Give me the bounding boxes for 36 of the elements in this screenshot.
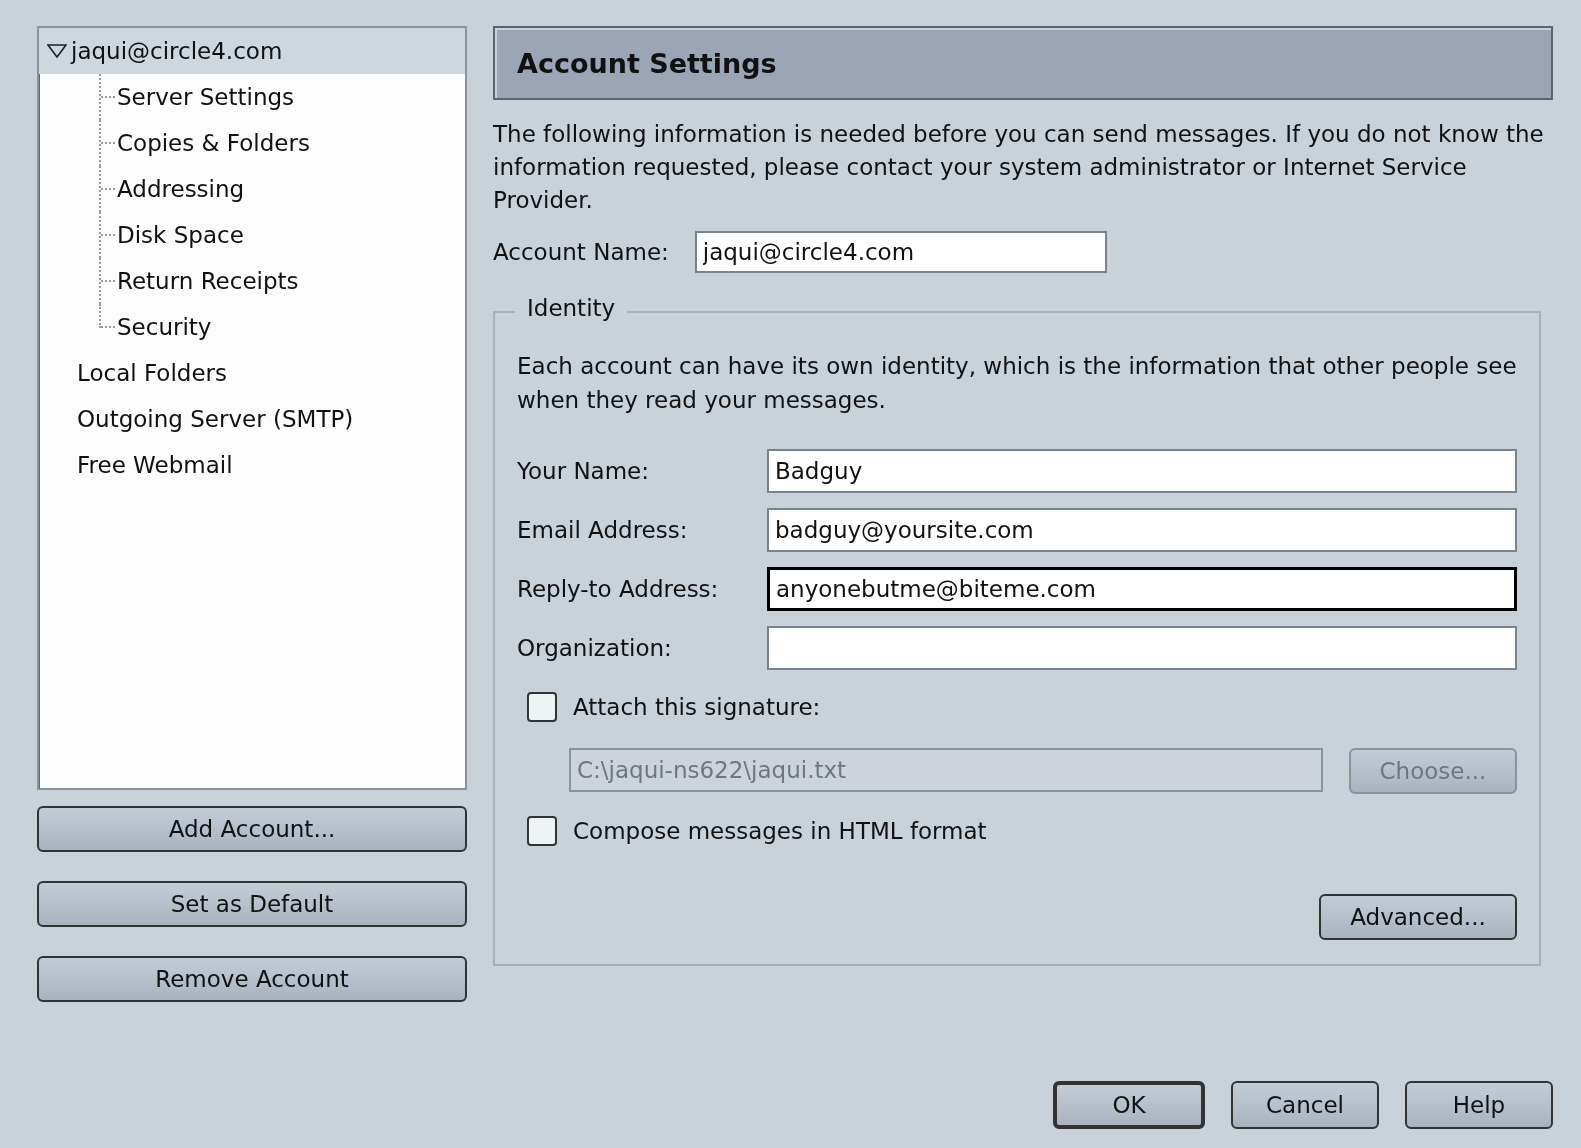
advanced-button[interactable]: Advanced...	[1319, 894, 1517, 940]
tree-item[interactable]: jaqui@circle4.com	[39, 28, 465, 74]
field-label: Your Name:	[517, 458, 650, 484]
text-field[interactable]	[767, 626, 1517, 670]
checkbox-label: Compose messages in HTML format	[573, 818, 987, 844]
checkbox[interactable]	[527, 816, 557, 846]
field-label: Email Address:	[517, 517, 689, 543]
tree-item[interactable]: Copies & Folders	[39, 120, 465, 166]
field-label: Organization:	[517, 635, 673, 661]
intro-text: The following information is needed before you can send messages. If you do not know the information requested, please contact your system administrator or Internet Service Provider.	[493, 120, 1545, 215]
identity-description: Each account can have its own identity, which is the information that other people see when they read your messages.	[517, 352, 1517, 415]
tree-item[interactable]: Outgoing Server (SMTP)	[39, 396, 465, 442]
account-button[interactable]: Add Account...	[37, 806, 467, 852]
account-button[interactable]: Set as Default	[37, 881, 467, 927]
field-label: Reply-to Address:	[517, 576, 720, 602]
expand-triangle-icon[interactable]	[47, 44, 67, 58]
tree-item[interactable]: Server Settings	[39, 74, 465, 120]
text-field[interactable]: anyonebutme@biteme.com	[767, 567, 1517, 611]
tree-item[interactable]: Free Webmail	[39, 442, 465, 488]
dialog-button[interactable]: OK	[1053, 1081, 1205, 1129]
text-field[interactable]: Badguy	[767, 449, 1517, 493]
tree-item[interactable]: Security	[39, 304, 465, 350]
account-button[interactable]: Remove Account	[37, 956, 467, 1002]
tree-item[interactable]: Addressing	[39, 166, 465, 212]
checkbox-label: Attach this signature:	[573, 694, 821, 720]
text-field[interactable]: badguy@yoursite.com	[767, 508, 1517, 552]
tree-item[interactable]: Local Folders	[39, 350, 465, 396]
group-legend: Identity	[515, 295, 628, 321]
tree-item[interactable]: Disk Space	[39, 212, 465, 258]
tree-item[interactable]: Return Receipts	[39, 258, 465, 304]
account-name-field[interactable]: jaqui@circle4.com	[694, 231, 1107, 273]
field-label: Account Name:	[493, 239, 669, 265]
dialog-button[interactable]: Cancel	[1231, 1081, 1379, 1129]
panel-title: Account Settings	[517, 47, 777, 79]
checkbox[interactable]	[527, 692, 557, 722]
dialog-button[interactable]: Help	[1405, 1081, 1553, 1129]
